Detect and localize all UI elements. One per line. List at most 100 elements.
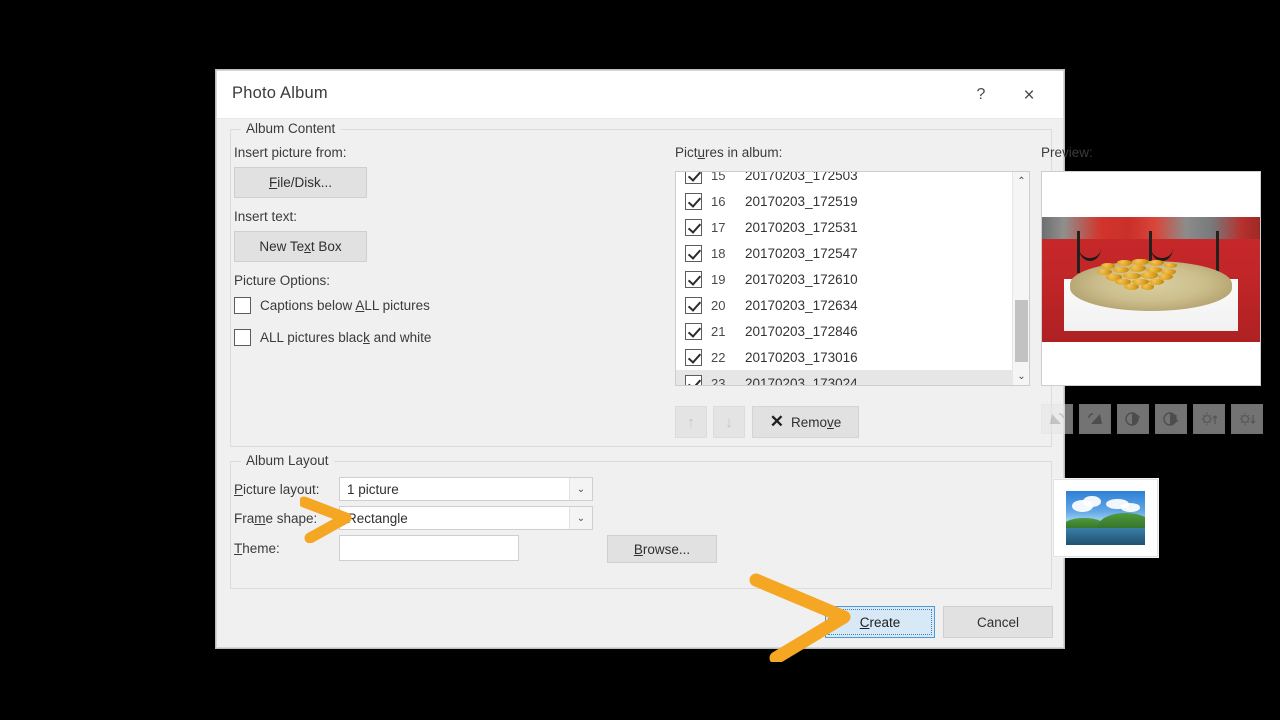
picture-item-checkbox[interactable] — [685, 348, 702, 366]
picture-item-index: 22 — [711, 349, 726, 365]
photo-album-dialog: Photo Album ? × Album Content Insert pic… — [216, 70, 1263, 648]
layout-thumbnail — [1053, 479, 1158, 557]
captions-below-all-pictures-label: Captions below ALL pictures — [260, 298, 430, 313]
remove-button-label: Remove — [790, 414, 842, 430]
frame-shape-value: Rectangle — [347, 510, 408, 526]
picture-list-item[interactable]: 18 20170203_172547 — [676, 240, 1012, 266]
preview-label: Preview: — [1041, 145, 1093, 160]
cancel-button[interactable]: Cancel — [943, 606, 1053, 638]
picture-item-name: 20170203_172503 — [745, 172, 858, 183]
picture-item-checkbox[interactable] — [685, 218, 702, 236]
checkbox-box — [234, 297, 251, 314]
frame-shape-label: Frame shape: — [234, 511, 318, 526]
picture-list-item[interactable]: 21 20170203_172846 — [676, 318, 1012, 344]
scroll-down-icon[interactable]: ⌄ — [1013, 367, 1029, 385]
picture-list-item[interactable]: 19 20170203_172610 — [676, 266, 1012, 292]
picture-item-index: 23 — [711, 375, 726, 386]
browse-button[interactable]: Browse... — [607, 535, 717, 563]
picture-layout-value: 1 picture — [347, 481, 399, 497]
captions-below-all-pictures-checkbox[interactable]: Captions below ALL pictures — [234, 297, 430, 314]
picture-item-name: 20170203_173016 — [745, 349, 858, 365]
file-disk-button-label: File/Disk... — [268, 175, 332, 190]
checkbox-box — [234, 329, 251, 346]
picture-item-name: 20170203_172846 — [745, 323, 858, 339]
preview-eggs — [1094, 257, 1210, 295]
arrow-down-icon: ↓ — [725, 413, 733, 431]
decrease-brightness-icon[interactable] — [1231, 404, 1263, 434]
close-icon[interactable]: × — [1009, 77, 1049, 113]
rotate-left-icon[interactable] — [1041, 404, 1073, 434]
layout-thumbnail-image — [1066, 491, 1145, 545]
picture-item-name: 20170203_172634 — [745, 297, 858, 313]
egg-shape — [1140, 272, 1158, 280]
theme-input[interactable] — [339, 535, 519, 561]
picture-layout-select[interactable]: 1 picture ⌄ — [339, 477, 593, 501]
picture-item-index: 16 — [711, 193, 726, 209]
create-button[interactable]: Create — [825, 606, 935, 638]
dialog-title-bar: Photo Album ? × — [217, 71, 1063, 119]
remove-button[interactable]: ✕ Remove — [752, 406, 859, 438]
cloud-shape — [1083, 496, 1101, 508]
picture-list-item[interactable]: 17 20170203_172531 — [676, 214, 1012, 240]
move-up-button[interactable]: ↑ — [675, 406, 707, 438]
album-content-group-label: Album Content — [241, 121, 341, 136]
focus-outline — [828, 609, 932, 635]
preview-panel — [1041, 171, 1261, 386]
all-pictures-black-and-white-checkbox[interactable]: ALL pictures black and white — [234, 329, 431, 346]
picture-item-index: 17 — [711, 219, 726, 235]
picture-item-checkbox[interactable] — [685, 172, 702, 184]
browse-button-label: Browse... — [633, 541, 691, 557]
album-layout-group-label: Album Layout — [241, 453, 334, 468]
picture-item-checkbox[interactable] — [685, 296, 702, 314]
frame-shape-select[interactable]: Rectangle ⌄ — [339, 506, 593, 530]
rotate-right-icon[interactable] — [1079, 404, 1111, 434]
pictures-list-scrollbar[interactable]: ⌃ ⌄ — [1012, 172, 1029, 385]
scroll-up-icon[interactable]: ⌃ — [1013, 172, 1029, 190]
picture-options-label: Picture Options: — [234, 273, 331, 288]
egg-shape — [1140, 283, 1155, 290]
pictures-list[interactable]: 15 20170203_172503 16 20170203_172519 17 2017… — [675, 171, 1030, 386]
picture-item-checkbox[interactable] — [685, 192, 702, 210]
picture-list-item[interactable]: 20 20170203_172634 — [676, 292, 1012, 318]
egg-shape — [1148, 260, 1164, 267]
increase-contrast-icon[interactable] — [1117, 404, 1149, 434]
file-disk-button[interactable]: File/Disk... — [234, 167, 367, 198]
scrollbar-thumb[interactable] — [1015, 300, 1028, 362]
picture-item-index: 18 — [711, 245, 726, 261]
picture-list-item[interactable]: 23 20170203_173024 — [676, 370, 1012, 385]
picture-item-checkbox[interactable] — [685, 244, 702, 262]
preview-image — [1042, 217, 1260, 342]
picture-list-item[interactable]: 22 20170203_173016 — [676, 344, 1012, 370]
picture-item-checkbox[interactable] — [685, 270, 702, 288]
picture-list-item[interactable]: 16 20170203_172519 — [676, 188, 1012, 214]
picture-item-checkbox[interactable] — [685, 322, 702, 340]
theme-label: Theme: — [234, 541, 280, 556]
chevron-down-icon[interactable]: ⌄ — [569, 478, 592, 500]
picture-item-name: 20170203_172531 — [745, 219, 858, 235]
picture-list-item[interactable]: 15 20170203_172503 — [676, 172, 1012, 188]
new-text-box-button-label: New Text Box — [259, 239, 342, 254]
pictures-list-rows: 15 20170203_172503 16 20170203_172519 17 2017… — [676, 172, 1012, 385]
cancel-button-label: Cancel — [976, 614, 1020, 630]
move-down-button[interactable]: ↓ — [713, 406, 745, 438]
new-text-box-button[interactable]: New Text Box — [234, 231, 367, 262]
decrease-contrast-icon[interactable] — [1155, 404, 1187, 434]
picture-item-name: 20170203_172519 — [745, 193, 858, 209]
picture-item-name: 20170203_172547 — [745, 245, 858, 261]
pictures-list-viewport: 15 20170203_172503 16 20170203_172519 17 2017… — [676, 172, 1012, 385]
picture-item-checkbox[interactable] — [685, 374, 702, 385]
chevron-down-icon[interactable]: ⌄ — [569, 507, 592, 529]
increase-brightness-icon[interactable] — [1193, 404, 1225, 434]
arrow-up-icon: ↑ — [687, 413, 695, 431]
insert-picture-from-label: Insert picture from: — [234, 145, 347, 160]
egg-shape — [1163, 262, 1178, 269]
all-pictures-black-and-white-label: ALL pictures black and white — [260, 330, 432, 345]
picture-item-name: 20170203_173024 — [745, 375, 858, 386]
cloud-shape — [1121, 502, 1141, 512]
screen: Photo Album ? × Album Content Insert pic… — [0, 0, 1280, 720]
pictures-in-album-label: Pictures in album: — [675, 145, 783, 160]
egg-shape — [1124, 283, 1140, 290]
picture-item-index: 21 — [711, 323, 726, 339]
picture-item-name: 20170203_172610 — [745, 271, 858, 287]
help-icon[interactable]: ? — [961, 77, 1001, 113]
